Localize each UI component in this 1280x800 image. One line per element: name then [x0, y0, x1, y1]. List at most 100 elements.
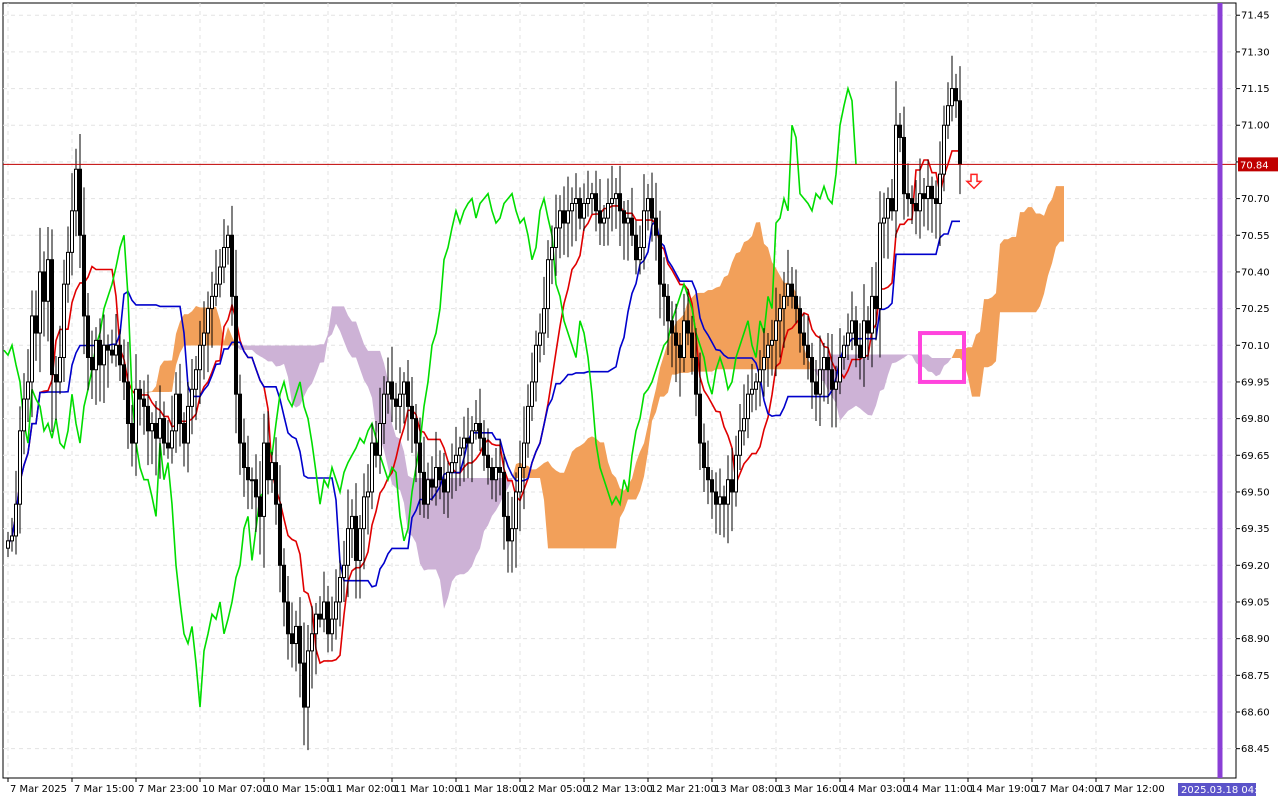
candle-body-up: [210, 295, 214, 310]
candle-body-up: [222, 246, 226, 268]
candle-body-up: [894, 124, 898, 212]
candle-body-down: [422, 471, 426, 505]
candle-body-up: [202, 332, 206, 346]
candle-body-down: [698, 393, 702, 444]
candle-body-down: [246, 467, 250, 481]
cloud-segment-bull: [1040, 213, 1044, 307]
candle-body-down: [82, 234, 86, 317]
candle-body-up: [66, 251, 70, 285]
candle-body-down: [50, 259, 54, 376]
candle-body-up: [542, 308, 546, 334]
cloud-segment-bull: [568, 451, 572, 549]
candle-body-up: [770, 339, 774, 346]
y-tick-label: 70.10: [1241, 341, 1270, 352]
y-tick-label: 69.95: [1241, 377, 1270, 388]
candle-body-up: [526, 405, 530, 444]
candle-body-down: [146, 405, 150, 432]
y-tick-label: 69.20: [1241, 561, 1270, 572]
y-tick-label: 71.15: [1241, 84, 1270, 95]
cloud-segment-bull: [1008, 236, 1012, 313]
candle-body-down: [286, 601, 290, 635]
candle-body-up: [46, 259, 50, 302]
candle-body-down: [258, 496, 262, 517]
cloud-segment-bull: [992, 293, 996, 366]
candle-body-down: [126, 381, 130, 425]
candle-body-down: [650, 198, 654, 219]
cloud-segment-bear: [248, 345, 252, 350]
candle-body-down: [118, 344, 122, 366]
candle-body-down: [442, 479, 446, 493]
candle-body-down: [482, 437, 486, 456]
candle-body-down: [478, 423, 482, 439]
candle-body-up: [102, 344, 106, 366]
candle-body-down: [162, 418, 166, 444]
cloud-segment-bull: [532, 469, 536, 479]
candle-body-up: [574, 198, 578, 204]
candle-body-down: [406, 381, 410, 407]
candle-body-up: [546, 259, 550, 310]
candle-body-down: [562, 210, 566, 224]
candle-body-up: [150, 423, 154, 432]
candle-body-up: [158, 418, 162, 439]
candle-body-up: [818, 369, 822, 395]
cloud-segment-bull: [956, 349, 960, 358]
y-tick-label: 69.80: [1241, 414, 1270, 425]
candle-body-up: [882, 217, 886, 224]
candle-body-up: [942, 124, 946, 175]
candle-body-up: [842, 344, 846, 358]
cloud-segment-bear: [444, 478, 448, 609]
cloud-segment-bear: [484, 478, 488, 532]
cloud-segment-bull: [168, 360, 172, 392]
candle-body-down: [598, 210, 602, 224]
candle-body-down: [674, 332, 678, 346]
candle-body-down: [354, 515, 358, 561]
cloud-segment-bull: [728, 262, 732, 370]
candle-body-down: [282, 564, 286, 603]
candle-body-up: [834, 381, 838, 390]
candle-body-down: [418, 442, 422, 473]
candle-body-down: [798, 308, 802, 334]
cloud-segment-bull: [552, 467, 556, 549]
x-tick-label: 7 Mar 2025: [10, 784, 67, 795]
candle-body-down: [326, 601, 330, 635]
y-tick-label: 68.75: [1241, 671, 1270, 682]
candle-body-down: [898, 124, 902, 138]
cloud-segment-bear: [296, 345, 300, 408]
candle-body-up: [358, 528, 362, 561]
candle-body-up: [94, 339, 98, 371]
candle-body-down: [578, 198, 582, 219]
cloud-segment-bear: [852, 354, 856, 409]
candle-body-up: [638, 246, 642, 261]
cloud-segment-bear: [268, 345, 272, 362]
candle-body-up: [762, 356, 766, 371]
cloud-segment-bull: [984, 299, 988, 368]
candle-body-down: [654, 217, 658, 236]
candle-body-up: [642, 210, 646, 248]
cloud-segment-bear: [452, 478, 456, 582]
cloud-segment-bear: [460, 478, 464, 575]
candle-body-up: [550, 246, 554, 261]
candle-body-up: [850, 320, 854, 334]
candle-body-up: [530, 381, 534, 407]
y-tick-label: 68.45: [1241, 744, 1270, 755]
y-tick-label: 69.50: [1241, 487, 1270, 498]
cloud-segment-bull: [188, 311, 192, 346]
cloud-segment-bull: [548, 461, 552, 549]
candle-body-down: [794, 295, 798, 310]
candle-body-down: [914, 202, 918, 212]
candle-body-up: [134, 388, 138, 444]
candle-body-up: [114, 344, 118, 356]
candle-body-down: [634, 234, 638, 261]
x-tick-label: 12 Mar 21:00: [650, 784, 717, 795]
candle-body-up: [718, 496, 722, 505]
candle-body-up: [342, 564, 346, 579]
candle-body-down: [266, 442, 270, 481]
cloud-segment-bear: [936, 357, 940, 377]
candle-body-up: [646, 198, 650, 212]
cloud-segment-bull: [1012, 236, 1016, 313]
candle-body-up: [454, 454, 458, 464]
cloud-segment-bear: [864, 354, 868, 415]
candle-body-up: [946, 105, 950, 126]
candle-body-up: [734, 454, 738, 493]
price-chart[interactable]: 71.4571.3071.1571.0070.8570.7070.5570.40…: [0, 0, 1280, 800]
